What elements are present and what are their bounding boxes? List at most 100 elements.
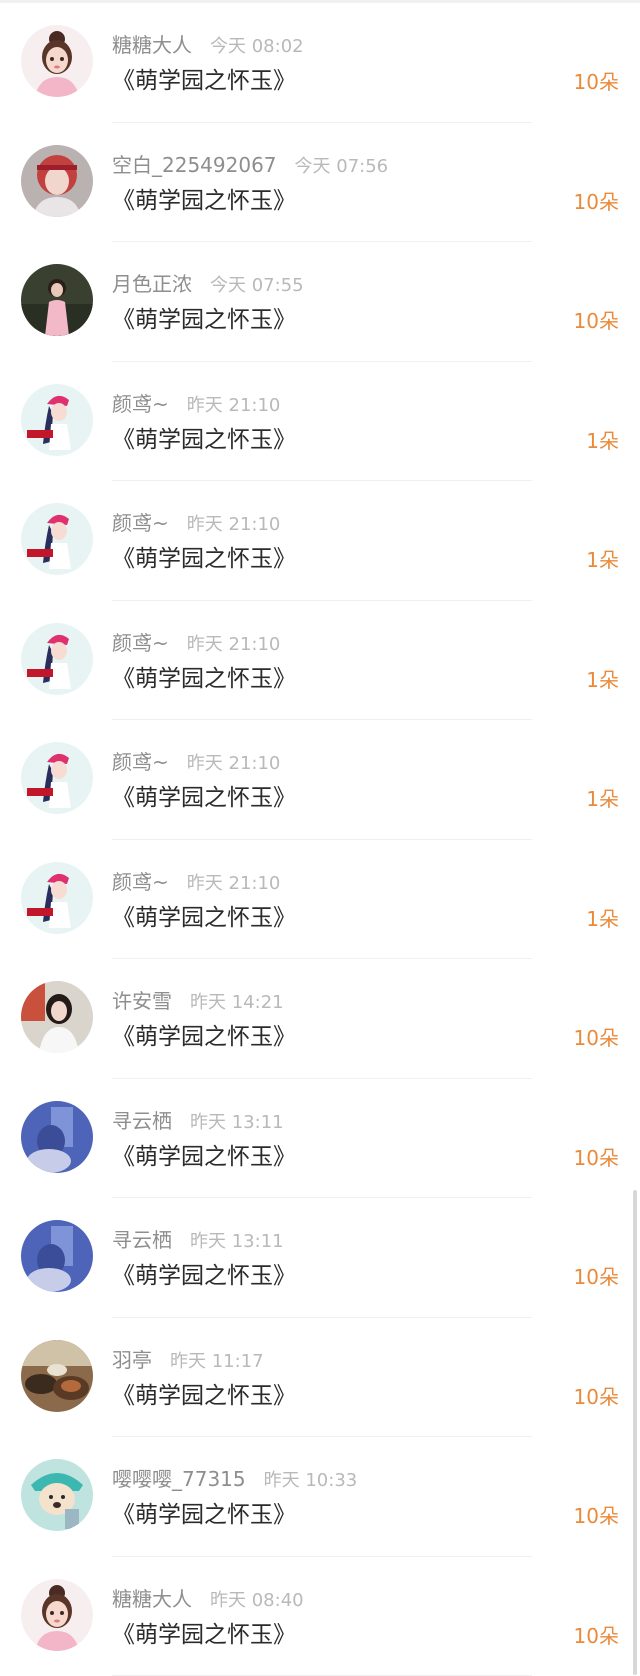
timestamp: 今天 07:56	[295, 156, 389, 177]
timestamp: 今天 07:55	[210, 275, 304, 296]
item-meta: 糖糖大人昨天 08:40	[112, 1584, 304, 1614]
flower-amount: 10朵	[574, 305, 619, 337]
item-meta: 月色正浓今天 07:55	[112, 269, 304, 299]
book-title[interactable]: 《萌学园之怀玉》	[112, 661, 296, 697]
user-name[interactable]: 许安雪	[112, 989, 172, 1013]
blue-blur-avatar[interactable]	[21, 1101, 93, 1173]
dog-photo-avatar[interactable]	[21, 1459, 93, 1531]
flower-amount: 10朵	[574, 1620, 619, 1652]
list-item[interactable]: 嘤嘤嘤_77315 昨天 10:33 《萌学园之怀玉》 10朵	[0, 1437, 640, 1557]
book-title[interactable]: 《萌学园之怀玉》	[112, 1139, 296, 1175]
flower-amount: 10朵	[574, 1142, 619, 1174]
flower-amount: 10朵	[574, 1500, 619, 1532]
anime-girl-pink-hat-avatar[interactable]	[21, 503, 93, 575]
list-item[interactable]: 糖糖大人昨天 08:40 《萌学园之怀玉》 10朵	[0, 1557, 640, 1676]
user-name[interactable]: 嘤嘤嘤_77315	[112, 1467, 246, 1491]
red-hair-girl-avatar[interactable]	[21, 145, 93, 217]
flower-amount: 1朵	[586, 544, 619, 576]
user-name[interactable]: 颜鸢~	[112, 631, 169, 655]
book-title[interactable]: 《萌学园之怀玉》	[112, 1258, 296, 1294]
item-meta: 颜鸢~ 昨天 21:10	[112, 867, 280, 897]
flower-amount: 10朵	[574, 1261, 619, 1293]
book-title[interactable]: 《萌学园之怀玉》	[112, 900, 296, 936]
book-title[interactable]: 《萌学园之怀玉》	[112, 1617, 296, 1653]
list-item[interactable]: 寻云栖昨天 13:11 《萌学园之怀玉》 10朵	[0, 1079, 640, 1199]
timestamp: 昨天 13:11	[190, 1231, 284, 1252]
food-photo-avatar[interactable]	[21, 1340, 93, 1412]
user-name[interactable]: 颜鸢~	[112, 511, 169, 535]
timestamp: 昨天 10:33	[264, 1470, 358, 1491]
cartoon-girl-avatar[interactable]	[21, 25, 93, 97]
item-meta: 空白_225492067 今天 07:56	[112, 150, 388, 180]
list-item[interactable]: 许安雪昨天 14:21 《萌学园之怀玉》 10朵	[0, 959, 640, 1079]
book-title[interactable]: 《萌学园之怀玉》	[112, 302, 296, 338]
dark-photo-avatar[interactable]	[21, 264, 93, 336]
timestamp: 昨天 21:10	[187, 395, 281, 416]
item-meta: 颜鸢~ 昨天 21:10	[112, 389, 280, 419]
item-meta: 许安雪昨天 14:21	[112, 986, 284, 1016]
timestamp: 昨天 08:40	[210, 1590, 304, 1611]
timestamp: 昨天 21:10	[187, 753, 281, 774]
anime-girl-pink-hat-avatar[interactable]	[21, 623, 93, 695]
timestamp: 昨天 21:10	[187, 514, 281, 535]
flower-amount: 10朵	[574, 186, 619, 218]
list-item[interactable]: 月色正浓今天 07:55 《萌学园之怀玉》 10朵	[0, 242, 640, 362]
book-title[interactable]: 《萌学园之怀玉》	[112, 541, 296, 577]
scrollbar[interactable]	[633, 1190, 637, 1675]
flower-amount: 1朵	[586, 425, 619, 457]
user-name[interactable]: 糖糖大人	[112, 33, 192, 57]
item-meta: 糖糖大人今天 08:02	[112, 30, 304, 60]
list-item[interactable]: 寻云栖昨天 13:11 《萌学园之怀玉》 10朵	[0, 1198, 640, 1318]
item-meta: 寻云栖昨天 13:11	[112, 1225, 284, 1255]
book-title[interactable]: 《萌学园之怀玉》	[112, 63, 296, 99]
book-title[interactable]: 《萌学园之怀玉》	[112, 1497, 296, 1533]
anime-girl-pink-hat-avatar[interactable]	[21, 384, 93, 456]
list-item[interactable]: 空白_225492067 今天 07:56 《萌学园之怀玉》 10朵	[0, 123, 640, 243]
item-meta: 颜鸢~ 昨天 21:10	[112, 508, 280, 538]
timestamp: 昨天 21:10	[187, 873, 281, 894]
timestamp: 昨天 11:17	[170, 1351, 264, 1372]
user-name[interactable]: 空白_225492067	[112, 153, 277, 177]
flower-amount: 1朵	[586, 783, 619, 815]
list-item[interactable]: 羽亭昨天 11:17 《萌学园之怀玉》 10朵	[0, 1318, 640, 1438]
user-name[interactable]: 糖糖大人	[112, 1587, 192, 1611]
user-name[interactable]: 寻云栖	[112, 1228, 172, 1252]
item-meta: 嘤嘤嘤_77315 昨天 10:33	[112, 1464, 357, 1494]
timestamp: 昨天 13:11	[190, 1112, 284, 1133]
list-item[interactable]: 颜鸢~ 昨天 21:10 《萌学园之怀玉》 1朵	[0, 601, 640, 721]
flower-amount: 10朵	[574, 1381, 619, 1413]
user-name[interactable]: 月色正浓	[112, 272, 192, 296]
anime-girl-pink-hat-avatar[interactable]	[21, 742, 93, 814]
list-item[interactable]: 颜鸢~ 昨天 21:10 《萌学园之怀玉》 1朵	[0, 362, 640, 482]
item-meta: 颜鸢~ 昨天 21:10	[112, 747, 280, 777]
item-meta: 羽亭昨天 11:17	[112, 1345, 264, 1375]
timestamp: 昨天 21:10	[187, 634, 281, 655]
user-name[interactable]: 颜鸢~	[112, 870, 169, 894]
flower-amount: 10朵	[574, 1022, 619, 1054]
list-item[interactable]: 糖糖大人今天 08:02 《萌学园之怀玉》 10朵	[0, 3, 640, 123]
book-title[interactable]: 《萌学园之怀玉》	[112, 1378, 296, 1414]
user-name[interactable]: 寻云栖	[112, 1109, 172, 1133]
book-title[interactable]: 《萌学园之怀玉》	[112, 183, 296, 219]
item-meta: 颜鸢~ 昨天 21:10	[112, 628, 280, 658]
user-name[interactable]: 颜鸢~	[112, 750, 169, 774]
flower-amount: 1朵	[586, 664, 619, 696]
list-item[interactable]: 颜鸢~ 昨天 21:10 《萌学园之怀玉》 1朵	[0, 481, 640, 601]
flower-amount: 1朵	[586, 903, 619, 935]
list-item[interactable]: 颜鸢~ 昨天 21:10 《萌学园之怀玉》 1朵	[0, 840, 640, 960]
gift-record-list: 糖糖大人今天 08:02 《萌学园之怀玉》 10朵 空白_225492067今天…	[0, 3, 640, 1676]
list-item[interactable]: 颜鸢~ 昨天 21:10 《萌学园之怀玉》 1朵	[0, 720, 640, 840]
anime-girl-pink-hat-avatar[interactable]	[21, 862, 93, 934]
flower-amount: 10朵	[574, 66, 619, 98]
cartoon-girl-avatar[interactable]	[21, 1579, 93, 1651]
timestamp: 昨天 14:21	[190, 992, 284, 1013]
book-title[interactable]: 《萌学园之怀玉》	[112, 422, 296, 458]
book-title[interactable]: 《萌学园之怀玉》	[112, 1019, 296, 1055]
user-name[interactable]: 羽亭	[112, 1348, 152, 1372]
girl-photo-avatar[interactable]	[21, 981, 93, 1053]
blue-blur-avatar[interactable]	[21, 1220, 93, 1292]
book-title[interactable]: 《萌学园之怀玉》	[112, 780, 296, 816]
item-meta: 寻云栖昨天 13:11	[112, 1106, 284, 1136]
timestamp: 今天 08:02	[210, 36, 304, 57]
user-name[interactable]: 颜鸢~	[112, 392, 169, 416]
